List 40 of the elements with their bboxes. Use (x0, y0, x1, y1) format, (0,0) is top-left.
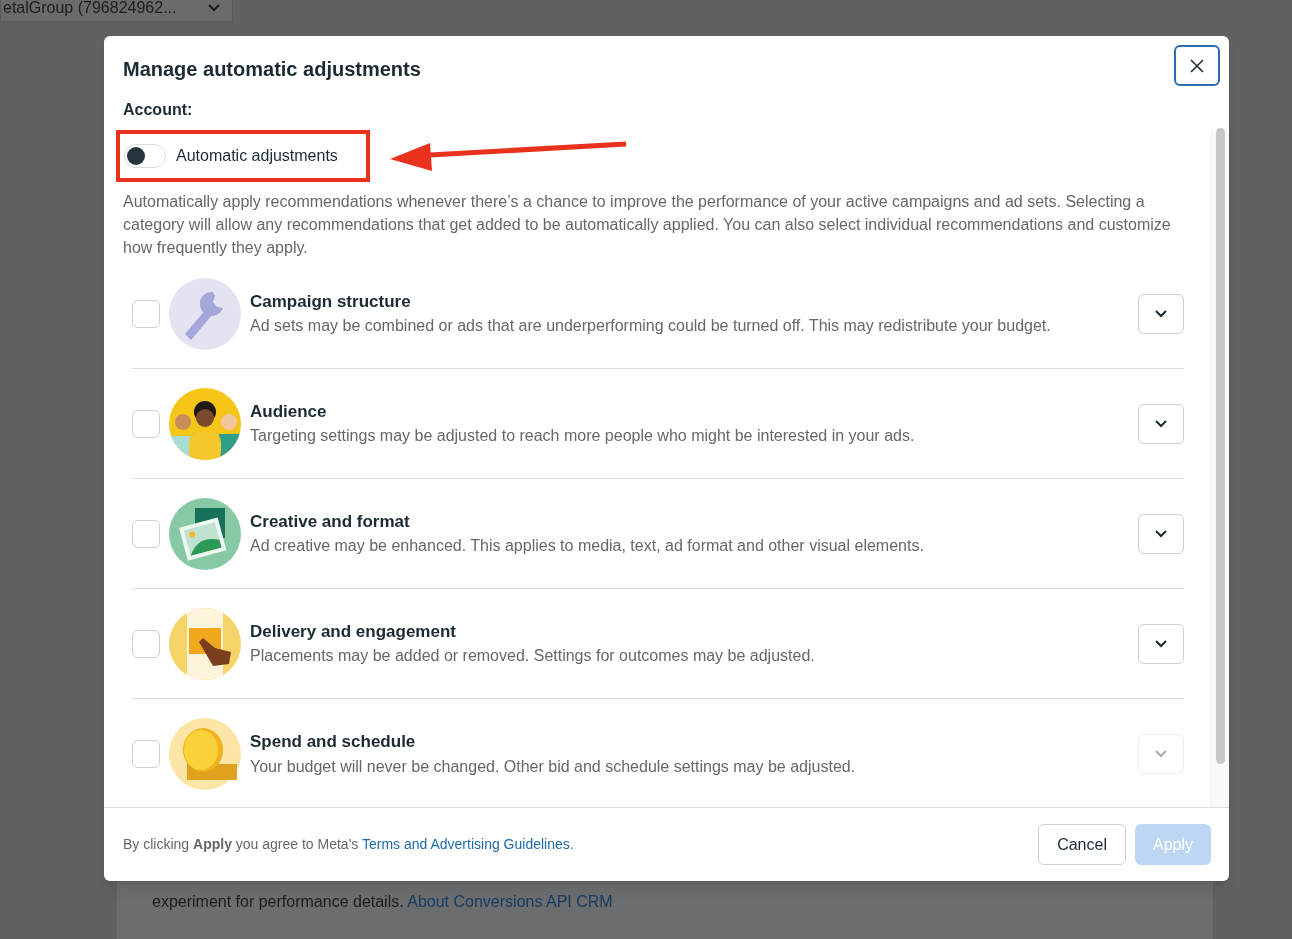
chevron-icon (1155, 639, 1167, 648)
cancel-button[interactable]: Cancel (1038, 824, 1126, 865)
category-title: Audience (250, 400, 328, 423)
chevron-icon (1155, 419, 1167, 428)
account-label: Account: (122, 100, 194, 120)
chevron-icon (1155, 309, 1167, 318)
category-description: Ad sets may be combined or ads that are underperforming could be turned off. This may redistribute your budget. (250, 316, 1052, 337)
expand-button[interactable] (1138, 513, 1184, 554)
category-checkbox[interactable] (132, 519, 160, 548)
photo-icon (169, 497, 241, 570)
category-checkbox[interactable] (132, 740, 160, 768)
conversions-link[interactable]: About Conversions API CRM (407, 893, 613, 910)
category-title: Spend and schedule (250, 731, 417, 754)
category-title: Delivery and engagement (250, 620, 457, 643)
scrollbar[interactable] (1211, 130, 1229, 807)
description-text: Automatically apply recommendations whenever there’s a chance to improve the performance of your active campaigns and ad sets. Selecting a category will allow any recommendations that get added to be automatically applied. You can also select individual recommendations and customize how frequently they apply. (123, 192, 1172, 258)
close-icon (1190, 58, 1204, 73)
expand-button[interactable] (1138, 403, 1184, 444)
close-button[interactable] (1174, 45, 1220, 86)
coin-icon (169, 718, 241, 790)
toggle-label: Automatic adjustments (176, 146, 338, 166)
chevron-icon (1155, 750, 1167, 758)
chevron-icon (1155, 529, 1167, 538)
category-description: Placements may be added or removed. Settings for outcomes may be adjusted. (250, 646, 816, 667)
wrench-icon (169, 277, 241, 350)
toggle-switch[interactable] (124, 144, 166, 168)
dialog-title: Manage automatic adjustments (123, 57, 421, 82)
expand-button[interactable] (1138, 623, 1184, 664)
terms-notice: By clicking Apply you agree to Meta's Terms and Advertising Guidelines. (123, 835, 574, 854)
expand-button[interactable] (1138, 293, 1184, 334)
terms-link[interactable]: Terms and Advertising Guidelines (362, 836, 570, 852)
category-description: Your budget will never be changed. Other bid and schedule settings may be adjusted. (250, 756, 857, 777)
category-checkbox[interactable] (132, 299, 160, 328)
category-title: Creative and format (250, 510, 411, 533)
category-description: Targeting settings may be adjusted to reach more people who might be interested in your ads. (250, 426, 916, 447)
category-checkbox[interactable] (132, 409, 160, 438)
category-description: Ad creative may be enhanced. This applies to media, text, ad format and other visual elements. (250, 536, 925, 557)
category-checkbox[interactable] (132, 629, 160, 658)
conversions-note: experiment for performance details. About Conversions API CRM (152, 892, 614, 912)
category-title: Campaign structure (250, 290, 412, 313)
